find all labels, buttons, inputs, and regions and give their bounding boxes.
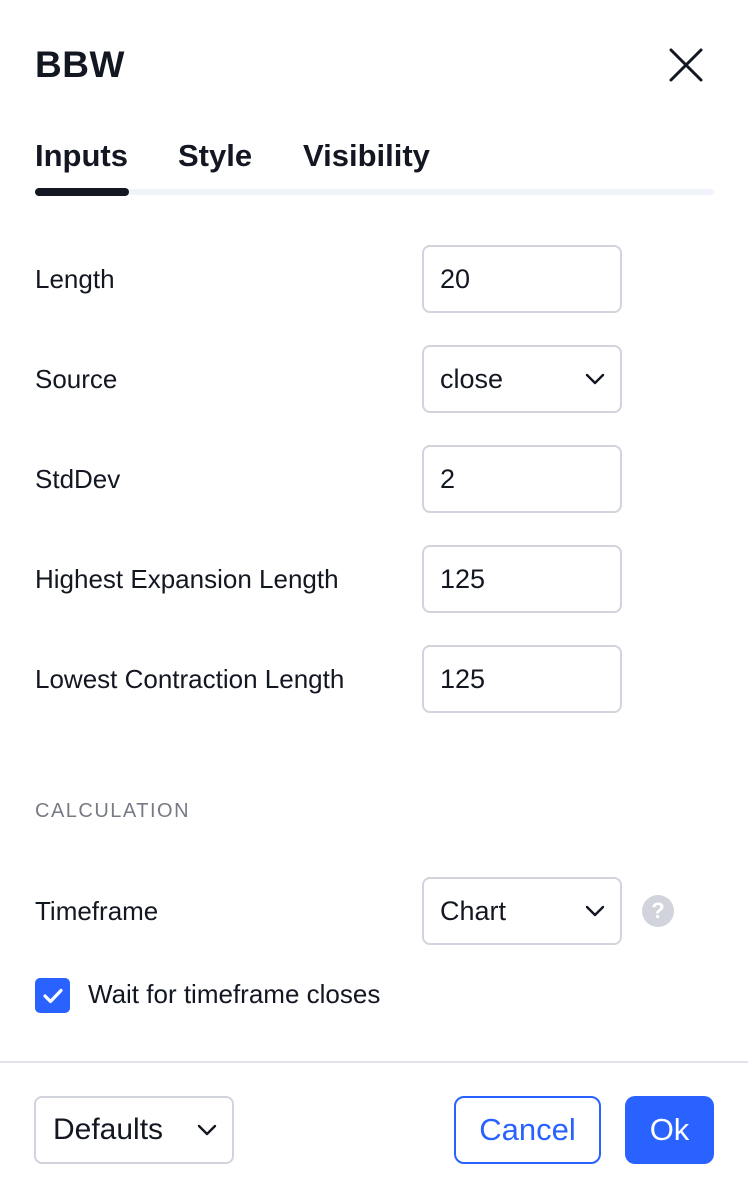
help-symbol: ? xyxy=(651,898,665,923)
cancel-button[interactable]: Cancel xyxy=(454,1096,601,1164)
defaults-label: Defaults xyxy=(53,1113,164,1146)
wait-for-close-label[interactable]: Wait for timeframe closes xyxy=(88,979,380,1010)
tab-style[interactable]: Style xyxy=(178,138,252,174)
length-input[interactable]: 20 xyxy=(422,245,622,313)
highest-expansion-value: 125 xyxy=(440,563,486,594)
indicator-settings-dialog: BBW Inputs Style Visibility Length 20 So… xyxy=(0,0,748,1196)
active-tab-indicator xyxy=(35,188,129,196)
length-value: 20 xyxy=(440,263,471,294)
tab-bar: Inputs Style Visibility xyxy=(35,138,714,198)
chevron-down-icon xyxy=(585,905,605,917)
tab-inputs[interactable]: Inputs xyxy=(35,138,128,174)
timeframe-value: Chart xyxy=(440,895,507,926)
chevron-down-icon xyxy=(197,1124,217,1136)
lowest-contraction-input[interactable]: 125 xyxy=(422,645,622,713)
timeframe-select[interactable]: Chart xyxy=(422,877,622,945)
help-icon[interactable]: ? xyxy=(642,895,674,927)
close-icon[interactable] xyxy=(664,43,708,87)
wait-for-close-checkbox[interactable] xyxy=(35,978,70,1013)
calculation-section-title: CALCULATION xyxy=(35,800,191,822)
lowest-contraction-value: 125 xyxy=(440,663,486,694)
tab-track xyxy=(35,189,714,195)
stddev-input[interactable]: 2 xyxy=(422,445,622,513)
dialog-title: BBW xyxy=(35,44,125,85)
stddev-label: StdDev xyxy=(35,464,121,494)
highest-expansion-label: Highest Expansion Length xyxy=(35,564,339,594)
defaults-dropdown[interactable]: Defaults xyxy=(34,1096,234,1164)
tab-visibility[interactable]: Visibility xyxy=(303,138,430,174)
source-select[interactable]: close xyxy=(422,345,622,413)
chevron-down-icon xyxy=(585,373,605,385)
checkmark-icon xyxy=(42,988,63,1003)
lowest-contraction-label: Lowest Contraction Length xyxy=(35,664,345,694)
stddev-value: 2 xyxy=(440,463,456,494)
footer-divider xyxy=(0,1061,748,1063)
source-label: Source xyxy=(35,364,118,394)
ok-button[interactable]: Ok xyxy=(625,1096,714,1164)
timeframe-label: Timeframe xyxy=(35,896,159,926)
length-label: Length xyxy=(35,264,115,294)
highest-expansion-input[interactable]: 125 xyxy=(422,545,622,613)
source-value: close xyxy=(440,363,504,394)
